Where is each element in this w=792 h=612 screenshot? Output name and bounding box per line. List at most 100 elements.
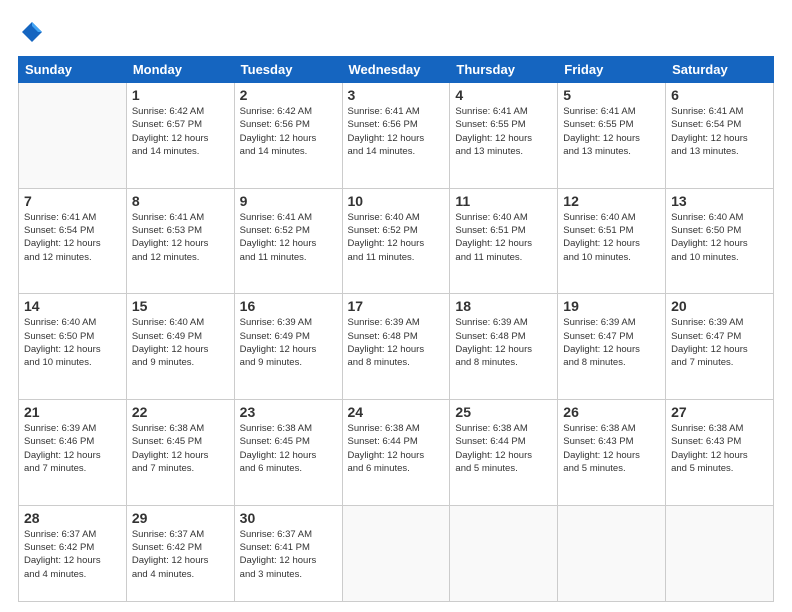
weekday-header-wednesday: Wednesday — [342, 57, 450, 83]
day-number: 29 — [132, 510, 229, 526]
header — [18, 18, 774, 46]
day-cell — [666, 505, 774, 601]
day-cell: 29 Sunrise: 6:37 AM Sunset: 6:42 PM Dayli… — [126, 505, 234, 601]
day-info: Sunrise: 6:38 AM Sunset: 6:43 PM Dayligh… — [671, 422, 768, 475]
day-number: 25 — [455, 404, 552, 420]
day-number: 20 — [671, 298, 768, 314]
day-cell: 15Sunrise: 6:40 AM Sunset: 6:49 PM Dayli… — [126, 294, 234, 400]
day-info: Sunrise: 6:38 AM Sunset: 6:44 PM Dayligh… — [455, 422, 552, 475]
day-number: 8 — [132, 193, 229, 209]
day-cell: 25 Sunrise: 6:38 AM Sunset: 6:44 PM Dayli… — [450, 400, 558, 506]
day-cell: 7 Sunrise: 6:41 AM Sunset: 6:54 PM Daylig… — [19, 188, 127, 294]
day-number: 23 — [240, 404, 337, 420]
day-cell: 28Sunrise: 6:37 AM Sunset: 6:42 PM Dayli… — [19, 505, 127, 601]
weekday-header-tuesday: Tuesday — [234, 57, 342, 83]
day-number: 21 — [24, 404, 121, 420]
weekday-header-friday: Friday — [558, 57, 666, 83]
day-number: 16 — [240, 298, 337, 314]
day-number: 6 — [671, 87, 768, 103]
day-number: 19 — [563, 298, 660, 314]
weekday-header-monday: Monday — [126, 57, 234, 83]
day-cell — [342, 505, 450, 601]
day-number: 28 — [24, 510, 121, 526]
weekday-header-thursday: Thursday — [450, 57, 558, 83]
day-number: 5 — [563, 87, 660, 103]
day-info: Sunrise: 6:42 AM Sunset: 6:57 PM Dayligh… — [132, 105, 229, 158]
day-cell: 9Sunrise: 6:41 AM Sunset: 6:52 PM Daylig… — [234, 188, 342, 294]
calendar-table: SundayMondayTuesdayWednesdayThursdayFrid… — [18, 56, 774, 602]
day-info: Sunrise: 6:37 AM Sunset: 6:41 PM Dayligh… — [240, 528, 337, 581]
day-number: 14 — [24, 298, 121, 314]
day-info: Sunrise: 6:39 AM Sunset: 6:49 PM Dayligh… — [240, 316, 337, 369]
day-number: 1 — [132, 87, 229, 103]
day-cell: 16 Sunrise: 6:39 AM Sunset: 6:49 PM Dayli… — [234, 294, 342, 400]
day-cell: 17Sunrise: 6:39 AM Sunset: 6:48 PM Dayli… — [342, 294, 450, 400]
day-info: Sunrise: 6:39 AM Sunset: 6:47 PM Dayligh… — [671, 316, 768, 369]
day-info: Sunrise: 6:40 AM Sunset: 6:51 PM Dayligh… — [455, 211, 552, 264]
day-cell: 24 Sunrise: 6:38 AM Sunset: 6:44 PM Dayli… — [342, 400, 450, 506]
day-cell: 22 Sunrise: 6:38 AM Sunset: 6:45 PM Dayli… — [126, 400, 234, 506]
day-info: Sunrise: 6:40 AM Sunset: 6:50 PM Dayligh… — [671, 211, 768, 264]
day-info: Sunrise: 6:40 AM Sunset: 6:51 PM Dayligh… — [563, 211, 660, 264]
day-cell: 10 Sunrise: 6:40 AM Sunset: 6:52 PM Dayli… — [342, 188, 450, 294]
day-number: 17 — [348, 298, 445, 314]
day-cell: 23Sunrise: 6:38 AM Sunset: 6:45 PM Dayli… — [234, 400, 342, 506]
day-info: Sunrise: 6:38 AM Sunset: 6:43 PM Dayligh… — [563, 422, 660, 475]
week-row-2: 7 Sunrise: 6:41 AM Sunset: 6:54 PM Daylig… — [19, 188, 774, 294]
day-number: 27 — [671, 404, 768, 420]
day-cell: 1 Sunrise: 6:42 AM Sunset: 6:57 PM Daylig… — [126, 83, 234, 189]
day-info: Sunrise: 6:41 AM Sunset: 6:55 PM Dayligh… — [563, 105, 660, 158]
day-cell — [19, 83, 127, 189]
calendar-page: SundayMondayTuesdayWednesdayThursdayFrid… — [0, 0, 792, 612]
day-cell: 11Sunrise: 6:40 AM Sunset: 6:51 PM Dayli… — [450, 188, 558, 294]
day-cell: 4Sunrise: 6:41 AM Sunset: 6:55 PM Daylig… — [450, 83, 558, 189]
day-info: Sunrise: 6:41 AM Sunset: 6:54 PM Dayligh… — [24, 211, 121, 264]
day-number: 22 — [132, 404, 229, 420]
day-info: Sunrise: 6:40 AM Sunset: 6:50 PM Dayligh… — [24, 316, 121, 369]
day-number: 30 — [240, 510, 337, 526]
day-cell — [450, 505, 558, 601]
day-info: Sunrise: 6:41 AM Sunset: 6:56 PM Dayligh… — [348, 105, 445, 158]
day-cell: 26 Sunrise: 6:38 AM Sunset: 6:43 PM Dayli… — [558, 400, 666, 506]
day-info: Sunrise: 6:41 AM Sunset: 6:54 PM Dayligh… — [671, 105, 768, 158]
day-info: Sunrise: 6:38 AM Sunset: 6:45 PM Dayligh… — [132, 422, 229, 475]
day-info: Sunrise: 6:42 AM Sunset: 6:56 PM Dayligh… — [240, 105, 337, 158]
day-info: Sunrise: 6:39 AM Sunset: 6:47 PM Dayligh… — [563, 316, 660, 369]
day-cell: 8 Sunrise: 6:41 AM Sunset: 6:53 PM Daylig… — [126, 188, 234, 294]
day-cell: 19 Sunrise: 6:39 AM Sunset: 6:47 PM Dayli… — [558, 294, 666, 400]
day-number: 9 — [240, 193, 337, 209]
header-row: SundayMondayTuesdayWednesdayThursdayFrid… — [19, 57, 774, 83]
weekday-header-saturday: Saturday — [666, 57, 774, 83]
day-number: 12 — [563, 193, 660, 209]
day-cell: 27 Sunrise: 6:38 AM Sunset: 6:43 PM Dayli… — [666, 400, 774, 506]
day-number: 15 — [132, 298, 229, 314]
day-cell: 6 Sunrise: 6:41 AM Sunset: 6:54 PM Daylig… — [666, 83, 774, 189]
day-cell: 12 Sunrise: 6:40 AM Sunset: 6:51 PM Dayli… — [558, 188, 666, 294]
week-row-3: 14 Sunrise: 6:40 AM Sunset: 6:50 PM Dayli… — [19, 294, 774, 400]
day-number: 7 — [24, 193, 121, 209]
day-number: 10 — [348, 193, 445, 209]
day-cell: 14 Sunrise: 6:40 AM Sunset: 6:50 PM Dayli… — [19, 294, 127, 400]
day-info: Sunrise: 6:37 AM Sunset: 6:42 PM Dayligh… — [132, 528, 229, 581]
day-cell: 5 Sunrise: 6:41 AM Sunset: 6:55 PM Daylig… — [558, 83, 666, 189]
day-number: 13 — [671, 193, 768, 209]
day-cell: 21Sunrise: 6:39 AM Sunset: 6:46 PM Dayli… — [19, 400, 127, 506]
day-number: 24 — [348, 404, 445, 420]
logo — [18, 18, 50, 46]
weekday-header-sunday: Sunday — [19, 57, 127, 83]
week-row-5: 28 Sunrise: 6:37 AM Sunset: 6:42 PM Dayli… — [19, 505, 774, 601]
day-cell: 2 Sunrise: 6:42 AM Sunset: 6:56 PM Daylig… — [234, 83, 342, 189]
day-number: 2 — [240, 87, 337, 103]
day-cell: 18Sunrise: 6:39 AM Sunset: 6:48 PM Dayli… — [450, 294, 558, 400]
day-cell: 30 Sunrise: 6:37 AM Sunset: 6:41 PM Dayli… — [234, 505, 342, 601]
day-cell: 20 Sunrise: 6:39 AM Sunset: 6:47 PM Dayli… — [666, 294, 774, 400]
day-info: Sunrise: 6:41 AM Sunset: 6:53 PM Dayligh… — [132, 211, 229, 264]
day-info: Sunrise: 6:40 AM Sunset: 6:52 PM Dayligh… — [348, 211, 445, 264]
day-info: Sunrise: 6:38 AM Sunset: 6:44 PM Dayligh… — [348, 422, 445, 475]
day-number: 26 — [563, 404, 660, 420]
day-number: 4 — [455, 87, 552, 103]
day-cell: 3Sunrise: 6:41 AM Sunset: 6:56 PM Daylig… — [342, 83, 450, 189]
week-row-1: 1 Sunrise: 6:42 AM Sunset: 6:57 PM Daylig… — [19, 83, 774, 189]
day-info: Sunrise: 6:39 AM Sunset: 6:48 PM Dayligh… — [455, 316, 552, 369]
day-cell: 13 Sunrise: 6:40 AM Sunset: 6:50 PM Dayli… — [666, 188, 774, 294]
